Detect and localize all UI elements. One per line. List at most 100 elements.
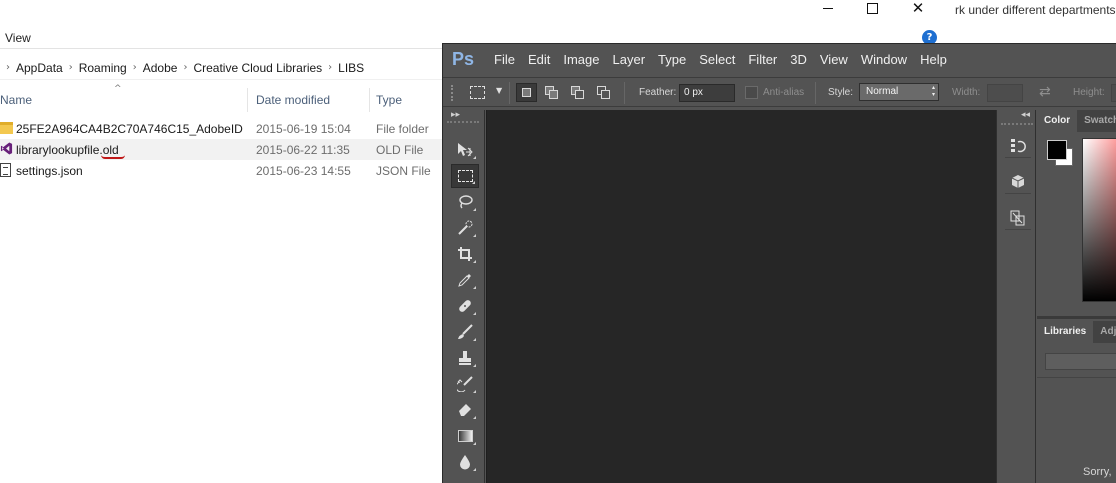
menu-image[interactable]: Image <box>563 52 599 67</box>
menu-layer[interactable]: Layer <box>613 52 646 67</box>
file-row-settings-json[interactable]: settings.json 2015-06-23 14:55 JSON File <box>0 160 442 181</box>
add-to-selection-button[interactable] <box>542 83 563 102</box>
close-button[interactable]: ✕ <box>896 0 940 17</box>
properties-panel-icon[interactable] <box>1005 206 1031 230</box>
eyedropper-tool-icon[interactable] <box>451 268 479 292</box>
history-panel-icon[interactable] <box>1005 134 1031 158</box>
brush-tool-icon[interactable] <box>451 320 479 344</box>
file-name: 25FE2A964CA4B2C70A746C15_AdobeID <box>16 121 243 136</box>
tab-libraries[interactable]: Libraries <box>1037 321 1094 343</box>
eyedropper-glyph <box>458 274 471 287</box>
move-glyph <box>458 143 473 157</box>
menu-3d[interactable]: 3D <box>790 52 807 67</box>
breadcrumb-libs[interactable]: LIBS <box>338 61 364 75</box>
json-file-icon <box>0 163 11 177</box>
feather-input[interactable]: 0 px <box>679 84 735 102</box>
color-picker-field[interactable] <box>1082 138 1116 302</box>
file-row-folder[interactable]: 25FE2A964CA4B2C70A746C15_AdobeID 2015-06… <box>0 118 442 139</box>
tab-swatches[interactable]: Swatch <box>1077 110 1116 132</box>
libraries-separator <box>1037 377 1116 378</box>
menu-type[interactable]: Type <box>658 52 686 67</box>
style-select[interactable]: Normal <box>859 83 939 101</box>
toolbar-grip[interactable] <box>447 121 479 125</box>
blur-tool-icon[interactable] <box>451 450 479 474</box>
breadcrumb-separator[interactable]: › <box>133 62 137 73</box>
breadcrumb-separator[interactable]: › <box>183 62 187 73</box>
intersect-selection-button[interactable] <box>594 83 615 102</box>
menu-edit[interactable]: Edit <box>528 52 550 67</box>
height-input[interactable] <box>1111 84 1116 102</box>
view-menu[interactable]: View <box>5 31 31 45</box>
expanded-panels: Color Swatch Libraries Adj Sorry, <box>1037 110 1116 483</box>
anti-alias-checkbox[interactable] <box>745 86 758 99</box>
tab-color[interactable]: Color <box>1037 110 1078 132</box>
eraser-glyph <box>459 404 471 416</box>
lasso-tool-icon[interactable] <box>451 190 479 214</box>
libraries-message: Sorry, <box>1083 466 1112 478</box>
minimize-button[interactable] <box>806 0 850 16</box>
rectangular-marquee-tool-icon[interactable] <box>451 164 479 188</box>
breadcrumb-separator[interactable]: › <box>69 62 73 73</box>
bandage-glyph <box>459 300 471 312</box>
subtract-selection-icon-overlap <box>575 90 584 99</box>
eraser-tool-icon[interactable] <box>451 398 479 422</box>
color-swatches <box>1047 140 1077 170</box>
breadcrumb-separator: › <box>6 62 10 73</box>
new-selection-button[interactable] <box>516 83 537 102</box>
red-underline-annotation <box>101 155 125 159</box>
width-label: Width: <box>952 87 981 98</box>
dock-grip[interactable] <box>1001 123 1033 127</box>
menu-select[interactable]: Select <box>699 52 735 67</box>
width-input[interactable] <box>987 84 1023 102</box>
tool-preset-caret-icon[interactable]: ▼ <box>496 86 502 95</box>
menu-help[interactable]: Help <box>920 52 947 67</box>
menu-file[interactable]: File <box>494 52 515 67</box>
libraries-panel-tabs: Libraries Adj <box>1037 321 1116 343</box>
quick-selection-tool-icon[interactable] <box>451 216 479 240</box>
menu-window[interactable]: Window <box>861 52 907 67</box>
subtract-from-selection-button[interactable] <box>568 83 589 102</box>
lasso-glyph <box>459 195 473 209</box>
foreground-color-swatch[interactable] <box>1047 140 1067 160</box>
spot-healing-brush-tool-icon[interactable] <box>451 294 479 318</box>
tool-preset-marquee-icon[interactable] <box>470 86 485 99</box>
breadcrumb-roaming[interactable]: Roaming <box>79 61 127 75</box>
column-header-name[interactable]: Name <box>0 88 248 112</box>
tab-adjustments[interactable]: Adj <box>1093 321 1116 343</box>
crop-tool-icon[interactable] <box>451 242 479 266</box>
file-row-librarylookupfile[interactable]: librarylookupfile.old 2015-06-22 11:35 O… <box>0 139 442 160</box>
breadcrumb-appdata[interactable]: AppData <box>16 61 63 75</box>
breadcrumb-separator[interactable]: › <box>328 62 332 73</box>
options-bar-grip[interactable] <box>451 85 455 101</box>
column-header-date-modified[interactable]: Date modified <box>249 88 370 112</box>
column-header-type[interactable]: Type <box>371 88 441 112</box>
file-type: File folder <box>376 121 429 136</box>
menu-view[interactable]: View <box>820 52 848 67</box>
library-select[interactable] <box>1045 353 1116 370</box>
stamp-glyph <box>459 351 471 365</box>
move-tool-icon[interactable] <box>451 138 479 162</box>
tools-panel: ▸▸ <box>443 110 485 483</box>
document-canvas-area[interactable] <box>486 110 996 483</box>
maximize-button[interactable] <box>850 0 894 16</box>
options-divider <box>624 82 625 104</box>
style-label: Style: <box>828 87 854 98</box>
column-header-date-label: Date modified <box>256 93 331 107</box>
dock-collapse-icon[interactable]: ◂◂ <box>1021 110 1030 120</box>
options-divider <box>509 82 510 104</box>
gradient-tool-icon[interactable] <box>451 424 479 448</box>
new-selection-icon <box>522 88 531 97</box>
file-date: 2015-06-19 15:04 <box>256 121 351 136</box>
3d-panel-icon[interactable] <box>1005 170 1031 194</box>
breadcrumb-adobe[interactable]: Adobe <box>143 61 178 75</box>
swap-width-height-icon[interactable]: ⇄ <box>1039 84 1051 100</box>
drop-glyph <box>460 455 470 470</box>
breadcrumb-creative-cloud-libraries[interactable]: Creative Cloud Libraries <box>193 61 322 75</box>
toolbar-expand-icon[interactable]: ▸▸ <box>451 110 460 120</box>
history-brush-glyph <box>457 376 473 392</box>
menu-filter[interactable]: Filter <box>748 52 777 67</box>
gradient-glyph <box>457 430 473 442</box>
history-brush-tool-icon[interactable] <box>451 372 479 396</box>
history-glyph <box>1011 138 1026 152</box>
clone-stamp-tool-icon[interactable] <box>451 346 479 370</box>
